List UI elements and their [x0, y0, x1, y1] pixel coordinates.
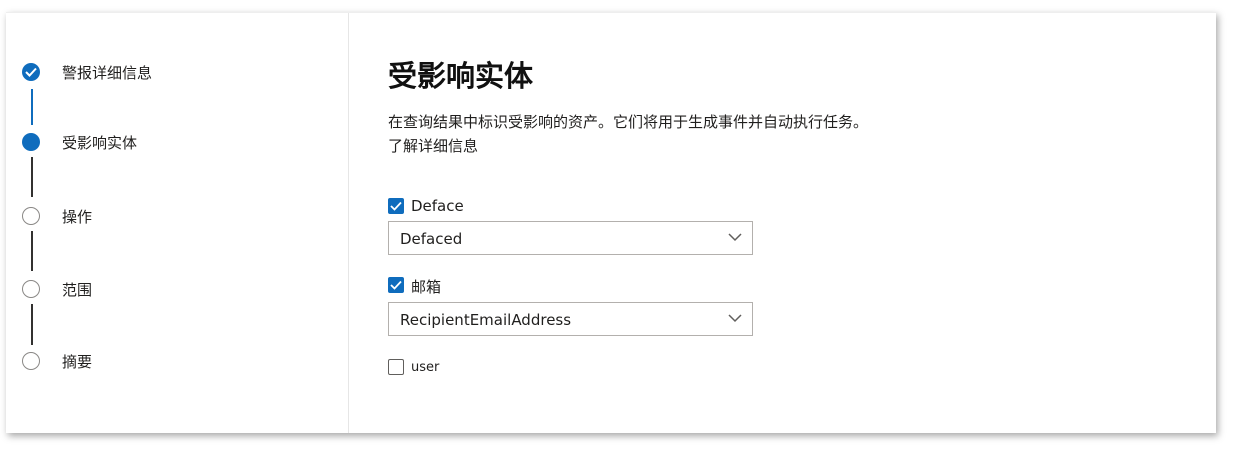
- page-description: 在查询结果中标识受影响的资产。它们将用于生成事件并自动执行任务。: [388, 113, 869, 131]
- dropdown-selected-value: Defaced: [400, 230, 463, 248]
- dropdown-selected-value: RecipientEmailAddress: [400, 311, 572, 329]
- checkbox-checked-icon[interactable]: [388, 198, 404, 214]
- checkbox-label: Deface: [411, 197, 464, 215]
- step-completed-checkmark-icon: [22, 63, 40, 81]
- wizard-step-label: 警报详细信息: [62, 64, 153, 82]
- page-title: 受影响实体: [388, 59, 534, 93]
- checkbox-checked-icon[interactable]: [388, 277, 404, 293]
- checkbox-label: user: [411, 360, 440, 375]
- wizard-step-label: 受影响实体: [62, 134, 138, 152]
- wizard-step-label: 摘要: [62, 353, 93, 371]
- step-connector: [31, 89, 33, 125]
- wizard-steps-nav: 警报详细信息 受影响实体 操作 范围 摘要: [6, 13, 349, 433]
- learn-more-link[interactable]: 了解详细信息: [388, 135, 478, 156]
- step-connector: [31, 157, 33, 197]
- step-connector: [31, 304, 33, 345]
- step-pending-circle-icon: [22, 207, 40, 225]
- alert-rule-wizard-panel: 警报详细信息 受影响实体 操作 范围 摘要 受影响实体 在查询结果中标识受影响的…: [6, 12, 1216, 433]
- step-connector: [31, 231, 33, 271]
- step-current-dot-icon: [22, 133, 40, 151]
- step-pending-circle-icon: [22, 352, 40, 370]
- checkbox-label: 邮箱: [411, 278, 442, 296]
- checkbox-unchecked-icon[interactable]: [388, 359, 404, 375]
- wizard-step-label: 范围: [62, 281, 93, 299]
- impacted-entities-form: 受影响实体 在查询结果中标识受影响的资产。它们将用于生成事件并自动执行任务。 了…: [388, 13, 1216, 433]
- chevron-down-icon: [728, 233, 742, 242]
- chevron-down-icon: [728, 314, 742, 323]
- entity-column-dropdown-deface[interactable]: Defaced: [388, 221, 753, 255]
- entity-column-dropdown-mailbox[interactable]: RecipientEmailAddress: [388, 302, 753, 336]
- step-pending-circle-icon: [22, 280, 40, 298]
- wizard-step-label: 操作: [62, 208, 93, 226]
